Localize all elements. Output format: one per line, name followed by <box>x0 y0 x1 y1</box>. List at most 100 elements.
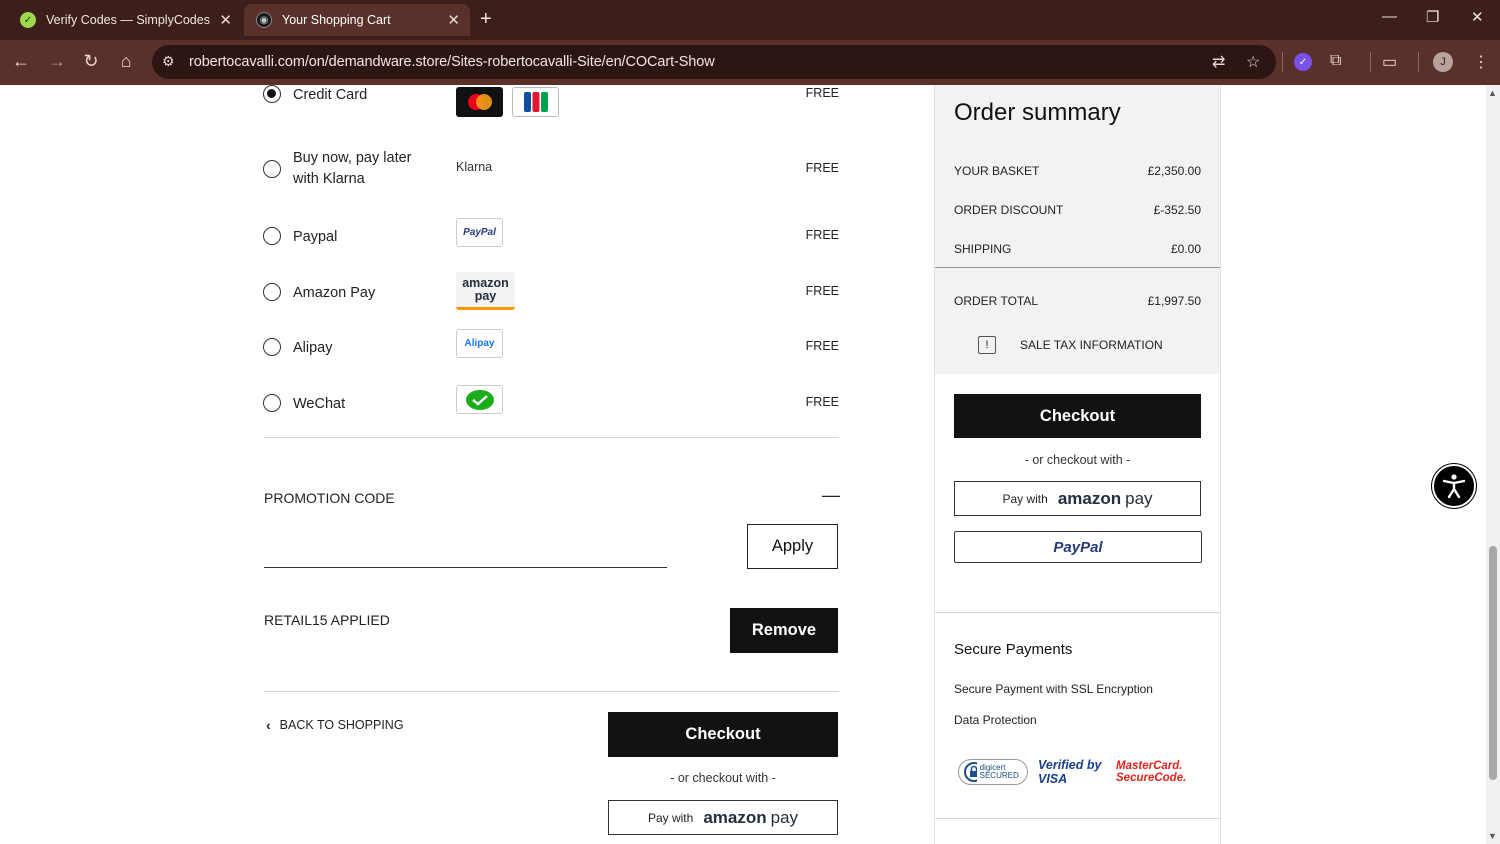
radio-button[interactable] <box>263 338 281 356</box>
scroll-down-arrow-icon[interactable]: ▼ <box>1488 831 1497 841</box>
back-to-shopping-link[interactable]: ‹ BACK TO SHOPPING <box>266 717 404 733</box>
tab-title: Verify Codes — SimplyCodes <box>46 13 210 27</box>
sale-tax-info-link[interactable]: ! SALE TAX INFORMATION <box>978 336 1163 354</box>
bookmark-star-icon[interactable]: ☆ <box>1246 52 1260 72</box>
radio-button[interactable] <box>263 394 281 412</box>
payment-price: FREE <box>805 395 839 409</box>
cart-page: Credit Card FREE Buy now, pay later with… <box>0 85 1486 844</box>
forward-arrow-icon[interactable]: → <box>46 51 68 72</box>
simplycodes-favicon-icon: ✓ <box>20 12 36 28</box>
minimize-icon[interactable]: — <box>1382 8 1397 25</box>
mastercard-securecode-icon: MasterCard. SecureCode. <box>1116 760 1187 784</box>
radio-button[interactable] <box>263 160 281 178</box>
radio-button[interactable] <box>263 227 281 245</box>
payment-price: FREE <box>805 161 839 175</box>
tab-search-icon[interactable]: ▭ <box>1382 52 1397 72</box>
secure-line-ssl: Secure Payment with SSL Encryption <box>954 682 1153 696</box>
toolbar-divider <box>1282 52 1283 72</box>
remove-button[interactable]: Remove <box>730 608 838 653</box>
alipay-logo-icon: Alipay <box>456 329 503 358</box>
total-value: £1,997.50 <box>1147 294 1201 308</box>
summary-row-discount: ORDER DISCOUNT £-352.50 <box>954 203 1201 217</box>
accessibility-icon[interactable] <box>1432 464 1476 508</box>
summary-paypal-button[interactable]: PayPal <box>954 531 1202 563</box>
payment-label: WeChat <box>293 396 346 412</box>
summary-divider <box>935 267 1220 268</box>
close-tab-icon[interactable]: ✕ <box>447 11 460 29</box>
pay-word: pay <box>1125 488 1153 508</box>
applied-code-text: RETAIL15 APPLIED <box>264 612 390 628</box>
summary-row-total: ORDER TOTAL £1,997.50 <box>954 294 1201 308</box>
browser-tab-bar: ✓ Verify Codes — SimplyCodes ✕ ◉ Your Sh… <box>0 0 1500 40</box>
paypal-logo-icon: PayPal <box>456 218 503 247</box>
wechat-logo-icon <box>456 385 503 414</box>
promotion-code-input[interactable] <box>264 525 667 568</box>
section-divider <box>935 612 1220 613</box>
address-bar: ← → ↻ ⌂ ⚙ robertocavalli.com/on/demandwa… <box>0 40 1500 85</box>
radio-button[interactable] <box>263 283 281 301</box>
toolbar-divider <box>1370 52 1371 72</box>
verified-by-visa-icon: Verified by VISA <box>1038 758 1102 786</box>
payment-option-amazon-pay[interactable]: Amazon Pay amazon pay FREE <box>263 271 839 311</box>
tab-shopping-cart[interactable]: ◉ Your Shopping Cart ✕ <box>244 4 470 36</box>
pay-with-label: Pay with <box>1002 491 1048 506</box>
scrollbar-thumb[interactable] <box>1489 546 1497 780</box>
summary-label: SHIPPING <box>954 242 1012 256</box>
summary-checkout-button[interactable]: Checkout <box>954 394 1201 438</box>
payment-label: Credit Card <box>293 87 368 103</box>
extension-simplycodes-icon[interactable]: ✓ <box>1294 53 1312 71</box>
info-icon: ! <box>978 336 996 354</box>
chevron-left-icon: ‹ <box>266 717 271 733</box>
new-tab-icon[interactable]: + <box>480 8 492 31</box>
back-arrow-icon[interactable]: ← <box>10 51 32 72</box>
payment-option-paypal[interactable]: Paypal PayPal FREE <box>263 215 839 255</box>
window-close-icon[interactable]: ✕ <box>1471 8 1484 26</box>
payment-label: Amazon Pay <box>293 285 376 301</box>
close-tab-icon[interactable]: ✕ <box>219 11 232 29</box>
summary-label: ORDER DISCOUNT <box>954 203 1064 217</box>
payment-option-klarna[interactable]: Buy now, pay later with Klarna Klarna FR… <box>263 148 839 196</box>
apply-button[interactable]: Apply <box>747 524 838 569</box>
amazon-logo-icon: amazon <box>703 807 767 827</box>
tab-verify-codes[interactable]: ✓ Verify Codes — SimplyCodes ✕ <box>8 4 242 36</box>
payment-option-wechat[interactable]: WeChat FREE <box>263 382 839 422</box>
restore-icon[interactable]: ❐ <box>1426 8 1439 26</box>
payment-label: Paypal <box>293 229 338 245</box>
url-field[interactable]: ⚙ robertocavalli.com/on/demandware.store… <box>152 45 1276 79</box>
payment-price: FREE <box>805 339 839 353</box>
jcb-logo-icon <box>512 87 559 117</box>
translate-icon[interactable]: ⇄ <box>1212 52 1225 72</box>
mastercard-logo-icon <box>456 87 503 117</box>
summary-amazon-pay-button[interactable]: Pay with amazon pay <box>954 481 1201 516</box>
radio-button[interactable] <box>263 85 281 103</box>
menu-kebab-icon[interactable]: ⋮ <box>1473 52 1489 72</box>
paypal-logo-icon: PayPal <box>1053 538 1103 556</box>
profile-avatar[interactable]: J <box>1433 52 1453 72</box>
amazon-pay-logo-icon: amazon pay <box>456 272 515 310</box>
site-info-icon[interactable]: ⚙ <box>162 53 175 70</box>
amazon-pay-button[interactable]: Pay with amazon pay <box>608 800 838 835</box>
payment-price: FREE <box>805 86 839 100</box>
scroll-up-arrow-icon[interactable]: ▲ <box>1488 88 1497 98</box>
summary-label: YOUR BASKET <box>954 164 1040 178</box>
section-divider <box>264 691 839 692</box>
secure-payments-title: Secure Payments <box>954 641 1073 658</box>
security-badges: digicert SECURED Verified by VISA Master… <box>958 755 1188 789</box>
home-icon[interactable]: ⌂ <box>115 51 137 72</box>
total-label: ORDER TOTAL <box>954 294 1039 308</box>
summary-value: £-352.50 <box>1153 203 1201 217</box>
tax-info-label: SALE TAX INFORMATION <box>1020 338 1163 352</box>
payment-label: Buy now, pay later with Klarna <box>293 150 412 187</box>
or-checkout-text: - or checkout with - <box>1024 453 1131 467</box>
extensions-puzzle-icon[interactable]: ⧉ <box>1330 52 1341 70</box>
pay-with-label: Pay with <box>647 810 694 825</box>
collapse-minus-icon[interactable]: — <box>822 485 840 506</box>
checkout-button[interactable]: Checkout <box>608 712 838 757</box>
tab-title: Your Shopping Cart <box>282 13 391 27</box>
payment-price: FREE <box>805 284 839 298</box>
payment-option-alipay[interactable]: Alipay Alipay FREE <box>263 326 839 366</box>
reload-icon[interactable]: ↻ <box>80 51 102 72</box>
payment-option-credit-card[interactable]: Credit Card FREE <box>263 85 839 117</box>
url-text[interactable]: robertocavalli.com/on/demandware.store/S… <box>189 54 715 70</box>
promotion-code-heading[interactable]: PROMOTION CODE <box>264 490 395 506</box>
